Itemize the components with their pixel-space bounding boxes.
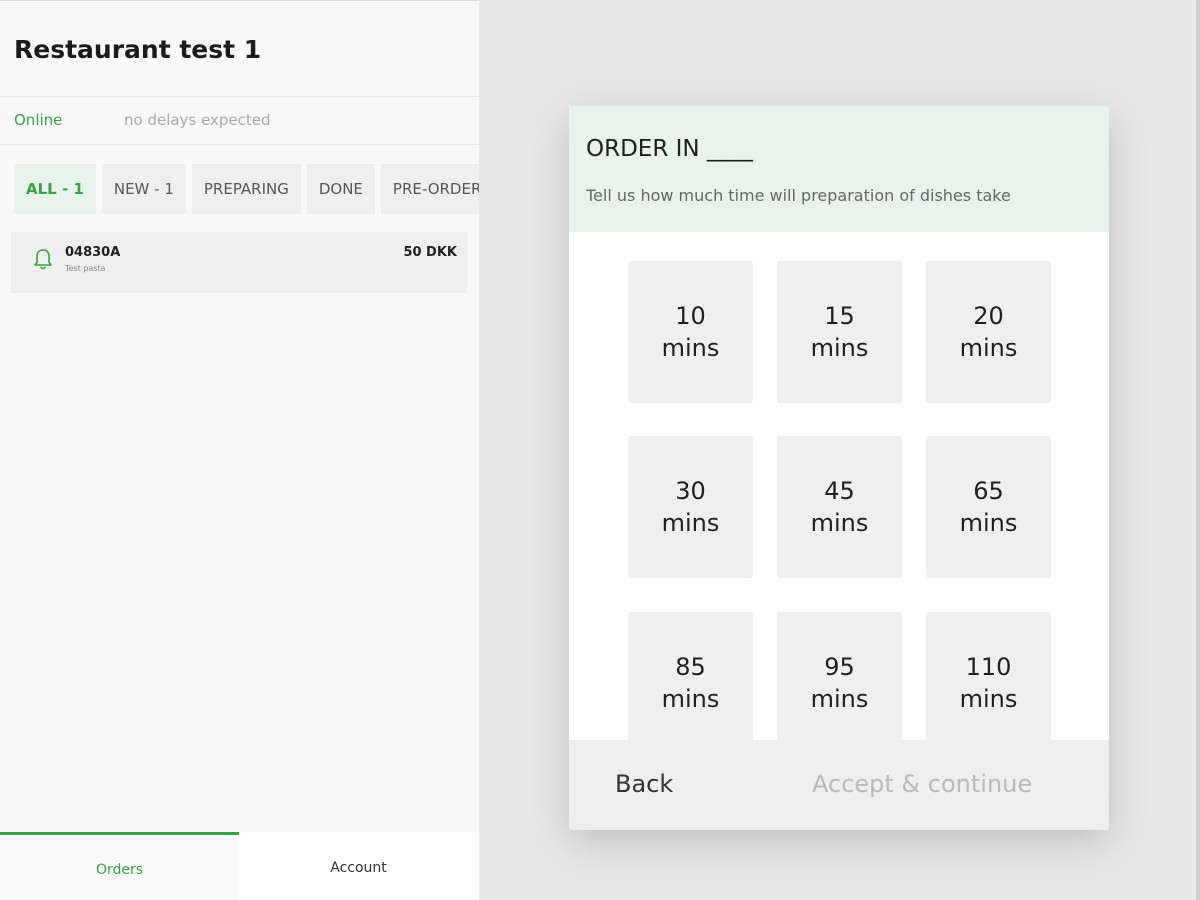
tab-all[interactable]: ALL - 1 <box>14 164 96 214</box>
time-option-85[interactable]: 85 mins <box>628 612 753 740</box>
time-value: 110 <box>965 653 1012 681</box>
time-option-110[interactable]: 110 mins <box>926 612 1051 740</box>
nav-orders[interactable]: Orders <box>0 832 239 900</box>
window-edge <box>1196 0 1200 900</box>
time-option-20[interactable]: 20 mins <box>926 261 1051 403</box>
time-unit: mins <box>959 509 1018 537</box>
time-option-30[interactable]: 30 mins <box>628 436 753 578</box>
status-divider <box>0 144 479 145</box>
header-divider <box>0 96 479 97</box>
tab-new[interactable]: NEW - 1 <box>101 164 186 214</box>
time-value: 65 <box>973 477 1004 505</box>
bell-icon <box>34 249 52 270</box>
status-online[interactable]: Online <box>14 111 62 129</box>
nav-account[interactable]: Account <box>239 832 478 900</box>
time-unit: mins <box>810 509 869 537</box>
order-card[interactable]: 04830A Test pasta 50 DKK <box>11 232 467 293</box>
time-option-15[interactable]: 15 mins <box>777 261 902 403</box>
status-delay[interactable]: no delays expected <box>124 111 271 129</box>
time-unit: mins <box>810 685 869 713</box>
time-value: 15 <box>824 302 855 330</box>
dialog-footer: Back Accept & continue <box>569 740 1109 830</box>
bottom-nav: Orders Account <box>0 832 479 900</box>
time-value: 20 <box>973 302 1004 330</box>
order-price: 50 DKK <box>403 245 457 260</box>
time-value: 10 <box>675 302 706 330</box>
time-option-45[interactable]: 45 mins <box>777 436 902 578</box>
time-value: 30 <box>675 477 706 505</box>
dialog-header: ORDER IN ____ Tell us how much time will… <box>569 106 1109 232</box>
dialog-title: ORDER IN ____ <box>586 136 753 162</box>
app: Restaurant test 1 Online no delays expec… <box>0 0 1200 900</box>
time-unit: mins <box>661 685 720 713</box>
time-unit: mins <box>810 334 869 362</box>
tab-done[interactable]: DONE <box>306 164 375 214</box>
accept-continue-button[interactable]: Accept & continue <box>812 770 1032 798</box>
time-option-10[interactable]: 10 mins <box>628 261 753 403</box>
time-unit: mins <box>959 685 1018 713</box>
time-unit: mins <box>959 334 1018 362</box>
dialog-subtitle: Tell us how much time will preparation o… <box>586 186 1011 205</box>
time-value: 45 <box>824 477 855 505</box>
time-value: 95 <box>824 653 855 681</box>
order-tabs: ALL - 1NEW - 1PREPARINGDONEPRE-ORDERS <box>14 164 479 214</box>
order-subtitle: Test pasta <box>65 264 106 273</box>
time-option-95[interactable]: 95 mins <box>777 612 902 740</box>
time-unit: mins <box>661 509 720 537</box>
time-options-grid: 10 mins 15 mins 20 mins 30 mins 45 mins 65 min… <box>569 232 1109 740</box>
orders-panel: Restaurant test 1 Online no delays expec… <box>0 0 479 900</box>
time-unit: mins <box>661 334 720 362</box>
time-option-65[interactable]: 65 mins <box>926 436 1051 578</box>
prep-time-dialog: ORDER IN ____ Tell us how much time will… <box>569 106 1109 830</box>
order-id: 04830A <box>65 245 121 260</box>
back-button[interactable]: Back <box>615 770 673 798</box>
tab-preparing[interactable]: PREPARING <box>191 164 301 214</box>
time-value: 85 <box>675 653 706 681</box>
restaurant-title: Restaurant test 1 <box>14 35 262 64</box>
tab-pre-orders[interactable]: PRE-ORDERS <box>380 164 479 214</box>
